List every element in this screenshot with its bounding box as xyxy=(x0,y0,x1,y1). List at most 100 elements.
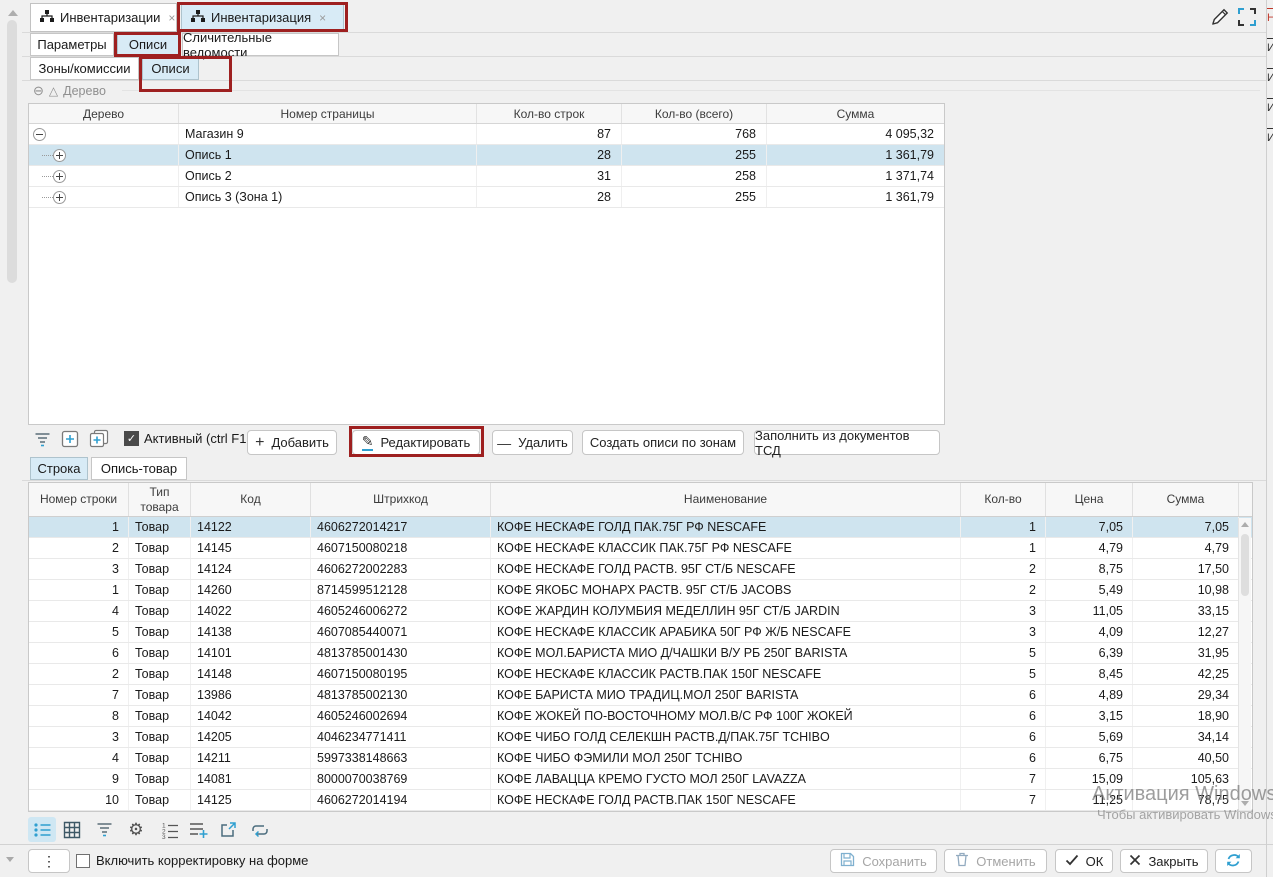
expander-icon[interactable] xyxy=(53,149,66,162)
table-row[interactable]: 1 Товар 14122 4606272014217 КОФЕ НЕСКАФЕ… xyxy=(29,517,1252,538)
table-row[interactable]: 4 Товар 14022 4605246006272 КОФЕ ЖАРДИН … xyxy=(29,601,1252,622)
table-row[interactable]: 10 Товар 14125 4606272014194 КОФЕ НЕСКАФ… xyxy=(29,790,1252,811)
cell-qty: 2 xyxy=(961,580,1046,600)
products-scrollbar[interactable] xyxy=(1238,518,1251,810)
active-checkbox-group[interactable]: ✓ Активный (ctrl F10) xyxy=(124,431,258,446)
add-copy-icon[interactable] xyxy=(89,429,109,448)
table-row[interactable]: 3 Товар 14124 4606272002283 КОФЕ НЕСКАФЕ… xyxy=(29,559,1252,580)
fullscreen-icon[interactable] xyxy=(1236,6,1258,28)
edit-button[interactable]: ✎ Редактировать xyxy=(352,430,480,455)
tab-row[interactable]: Строка xyxy=(30,457,88,480)
ok-button-label: ОК xyxy=(1086,854,1104,869)
tree-table-row[interactable]: Магазин 9 87 768 4 095,32 xyxy=(29,124,944,145)
expander-icon[interactable] xyxy=(33,128,46,141)
tree-table-row[interactable]: Опись 1 28 255 1 361,79 xyxy=(29,145,944,166)
tab-comparison-sheets[interactable]: Сличительные ведомости xyxy=(182,33,339,56)
col-barcode[interactable]: Штрихкод xyxy=(311,483,491,516)
tree-table-row[interactable]: Опись 3 (Зона 1) 28 255 1 361,79 xyxy=(29,187,944,208)
delete-button[interactable]: — Удалить xyxy=(492,430,573,455)
refresh-button[interactable] xyxy=(1215,849,1252,873)
cell-price: 4,09 xyxy=(1046,622,1133,642)
col-qty[interactable]: Кол-во xyxy=(961,483,1046,516)
table-row[interactable]: 9 Товар 14081 8000070038769 КОФЕ ЛАВАЦЦА… xyxy=(29,769,1252,790)
close-tab-icon[interactable]: × xyxy=(319,11,326,25)
list-add-icon[interactable] xyxy=(184,817,212,842)
tree-cell-expander xyxy=(29,166,179,186)
cell-barcode: 4606272014194 xyxy=(311,790,491,810)
products-table: Номер строки Тип товара Код Штрихкод Наи… xyxy=(28,482,1253,812)
tab-inventories-l3[interactable]: Описи xyxy=(142,57,199,80)
left-scrollbar[interactable] xyxy=(7,20,17,283)
create-by-zones-button[interactable]: Создать описи по зонам xyxy=(582,430,744,455)
table-row[interactable]: 5 Товар 14138 4607085440071 КОФЕ НЕСКАФЕ… xyxy=(29,622,1252,643)
tab-inventories-list[interactable]: Инвентаризации × xyxy=(30,3,177,32)
table-row[interactable]: 2 Товар 14145 4607150080218 КОФЕ НЕСКАФЕ… xyxy=(29,538,1252,559)
add-item-icon[interactable] xyxy=(61,430,79,448)
open-external-icon[interactable] xyxy=(214,817,242,842)
sitemap-icon xyxy=(40,10,54,26)
close-tab-icon[interactable]: × xyxy=(168,11,175,25)
tab-inventory-doc[interactable]: Инвентаризация × xyxy=(181,3,344,32)
cell-item-type: Товар xyxy=(129,769,191,789)
col-code[interactable]: Код xyxy=(191,483,311,516)
edit-pencil-icon[interactable] xyxy=(1208,6,1232,28)
tree-col-lines[interactable]: Кол-во строк xyxy=(477,104,622,123)
repeat-icon[interactable] xyxy=(246,817,274,842)
filter-icon[interactable] xyxy=(90,817,118,842)
gear-icon[interactable]: ⚙ xyxy=(122,817,150,842)
numbered-list-icon[interactable]: 123 xyxy=(156,817,184,842)
cancel-button[interactable]: Отменить xyxy=(944,849,1047,873)
table-row[interactable]: 2 Товар 14148 4607150080195 КОФЕ НЕСКАФЕ… xyxy=(29,664,1252,685)
more-button[interactable]: ⋮ xyxy=(28,849,70,873)
cell-item-type: Товар xyxy=(129,643,191,663)
table-row[interactable]: 6 Товар 14101 4813785001430 КОФЕ МОЛ.БАР… xyxy=(29,643,1252,664)
cell-price: 6,75 xyxy=(1046,748,1133,768)
save-button[interactable]: Сохранить xyxy=(830,849,937,873)
left-scrollbar-up-arrow[interactable] xyxy=(8,10,18,16)
col-name[interactable]: Наименование xyxy=(491,483,961,516)
adjust-checkbox-group[interactable]: Включить корректировку на форме xyxy=(76,853,308,868)
cell-qty: 3 xyxy=(961,622,1046,642)
cell-code: 14122 xyxy=(191,517,311,537)
tree-table-header: Дерево Номер страницы Кол-во строк Кол-в… xyxy=(29,104,944,124)
expander-icon[interactable] xyxy=(53,191,66,204)
tab-inventory-item[interactable]: Опись-товар xyxy=(91,457,187,480)
refresh-icon xyxy=(1225,852,1242,871)
close-button[interactable]: Закрыть xyxy=(1120,849,1208,873)
cell-qty: 6 xyxy=(961,727,1046,747)
add-button[interactable]: + Добавить xyxy=(247,430,337,455)
table-row[interactable]: 8 Товар 14042 4605246002694 КОФЕ ЖОКЕЙ П… xyxy=(29,706,1252,727)
grid-view-icon[interactable] xyxy=(58,817,86,842)
tree-col-tree[interactable]: Дерево xyxy=(29,104,179,123)
cell-qty: 1 xyxy=(961,538,1046,558)
table-row[interactable]: 1 Товар 14260 8714599512128 КОФЕ ЯКОБС М… xyxy=(29,580,1252,601)
footer-collapse-icon[interactable] xyxy=(6,857,14,862)
list-view-icon[interactable] xyxy=(28,817,56,842)
adjust-checkbox[interactable] xyxy=(76,854,90,868)
tree-col-page[interactable]: Номер страницы xyxy=(179,104,477,123)
active-checkbox[interactable]: ✓ xyxy=(124,431,139,446)
col-item-type[interactable]: Тип товара xyxy=(129,483,191,516)
col-line-number[interactable]: Номер строки xyxy=(29,483,129,516)
tab-label: Параметры xyxy=(37,37,106,52)
ok-button[interactable]: ОК xyxy=(1055,849,1113,873)
col-price[interactable]: Цена xyxy=(1046,483,1133,516)
expander-icon[interactable] xyxy=(53,170,66,183)
scroll-up-icon[interactable] xyxy=(1241,522,1249,527)
col-sum[interactable]: Сумма xyxy=(1133,483,1239,516)
tab-zones-commissions[interactable]: Зоны/комиссии xyxy=(30,57,139,80)
table-row[interactable]: 7 Товар 13986 4813785002130 КОФЕ БАРИСТА… xyxy=(29,685,1252,706)
tree-table-row[interactable]: Опись 2 31 258 1 371,74 xyxy=(29,166,944,187)
cell-barcode: 8000070038769 xyxy=(311,769,491,789)
table-row[interactable]: 4 Товар 14211 5997338148663 КОФЕ ЧИБО ФЭ… xyxy=(29,748,1252,769)
triangle-icon[interactable]: △ xyxy=(49,84,58,98)
tab-parameters[interactable]: Параметры xyxy=(30,33,114,56)
fill-from-tsd-button[interactable]: Заполнить из документов ТСД xyxy=(754,430,940,455)
tree-col-sum[interactable]: Сумма xyxy=(767,104,944,123)
tab-inventories-l2[interactable]: Описи xyxy=(117,33,179,56)
scrollbar-thumb[interactable] xyxy=(1241,534,1249,596)
tree-col-total[interactable]: Кол-во (всего) xyxy=(622,104,767,123)
collapse-all-icon[interactable]: ⊖ xyxy=(33,83,44,99)
filter-icon[interactable] xyxy=(34,432,51,447)
table-row[interactable]: 3 Товар 14205 4046234771411 КОФЕ ЧИБО ГО… xyxy=(29,727,1252,748)
